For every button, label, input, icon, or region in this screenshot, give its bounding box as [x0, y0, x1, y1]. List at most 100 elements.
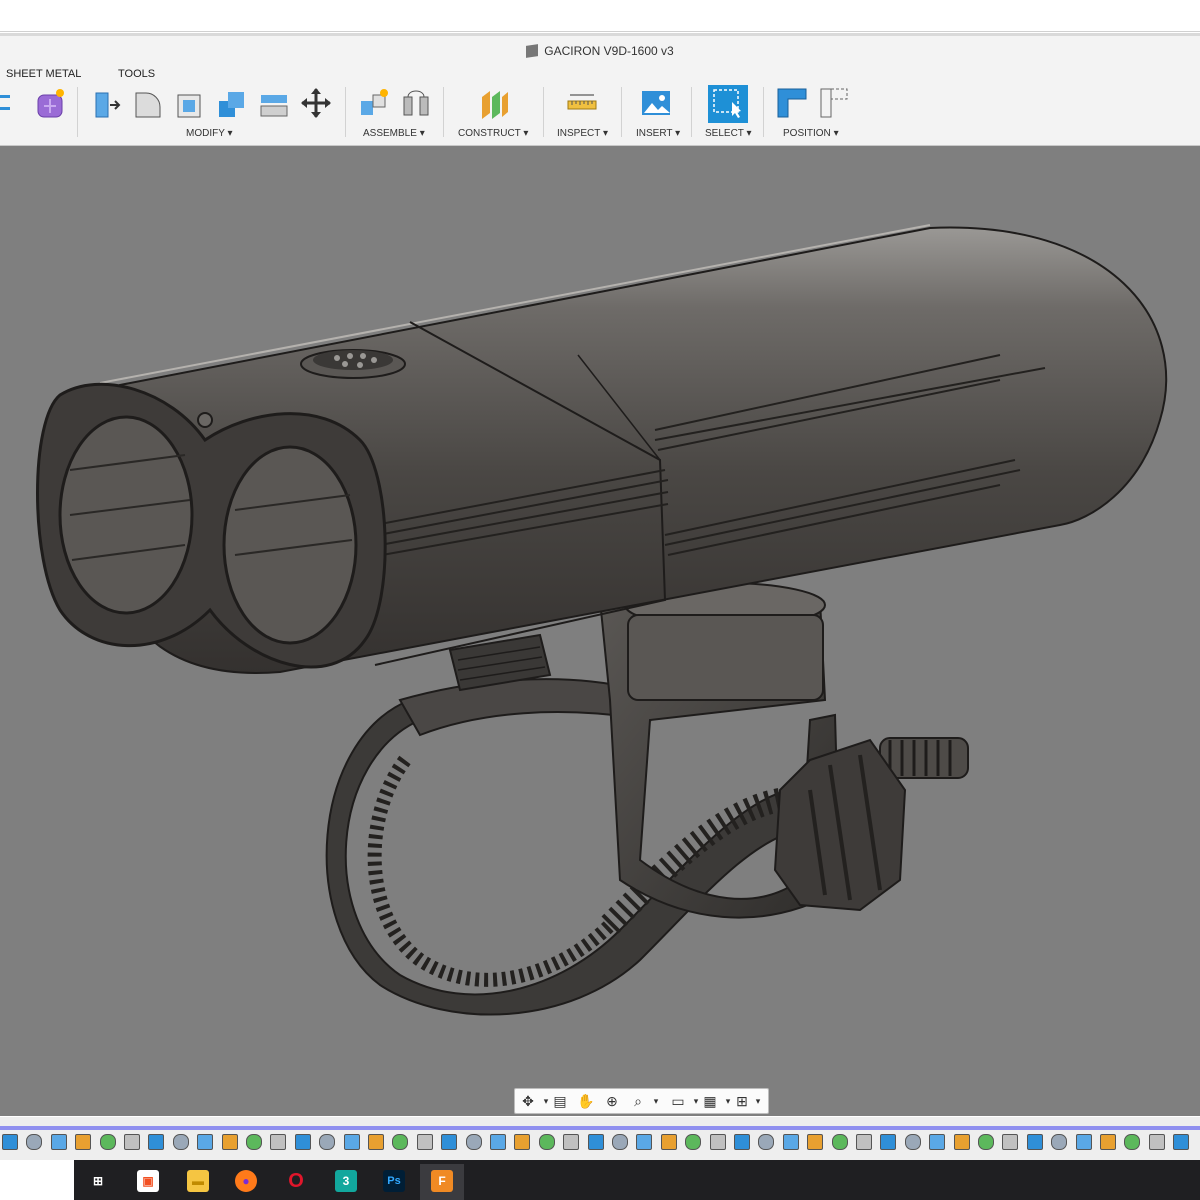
select-menu[interactable]: SELECT ▾ [705, 128, 752, 139]
timeline-marker-bar[interactable] [0, 1126, 1200, 1130]
taskbar-opera[interactable]: O [274, 1164, 318, 1200]
select-window-icon [713, 89, 741, 118]
timeline-feature-icon[interactable] [807, 1134, 824, 1150]
timeline-feature-icon[interactable] [392, 1134, 409, 1150]
timeline-feature-icon[interactable] [294, 1134, 311, 1150]
timeline-feature-icon[interactable] [1100, 1134, 1116, 1150]
timeline-feature-icon[interactable] [75, 1134, 92, 1150]
position-menu[interactable]: POSITION ▾ [783, 128, 839, 139]
3d-viewport[interactable] [0, 146, 1200, 1116]
modify-group: MODIFY ▾ [84, 83, 346, 141]
timeline-feature-icon[interactable] [1002, 1134, 1019, 1150]
toolbar-ribbon: SHEET METAL TOOLS MODIFY ▾ ASSEMBLE ▾ CO… [0, 63, 1200, 146]
3ds-max-icon: 3 [335, 1170, 357, 1192]
timeline-feature-icon[interactable] [734, 1134, 750, 1150]
timeline-feature-icon[interactable] [441, 1134, 458, 1150]
timeline-feature-icon[interactable] [197, 1134, 214, 1150]
timeline-feature-icon[interactable] [368, 1134, 384, 1150]
timeline-feature-icon[interactable] [587, 1134, 604, 1150]
move-icon[interactable] [300, 87, 332, 119]
timeline-feature-icon[interactable] [465, 1134, 482, 1150]
taskbar-3ds-max[interactable]: 3 [324, 1164, 368, 1200]
insert-image-icon[interactable] [640, 87, 672, 119]
grid-icon[interactable]: ▦ [701, 1092, 719, 1110]
taskbar-firefox[interactable]: ● [224, 1164, 268, 1200]
timeline-feature-icon[interactable] [2, 1134, 18, 1150]
timeline-feature-icon[interactable] [416, 1134, 433, 1150]
construct-menu[interactable]: CONSTRUCT ▾ [458, 128, 528, 139]
modify-menu[interactable]: MODIFY ▾ [186, 128, 233, 139]
timeline-feature-icon[interactable] [343, 1134, 360, 1150]
new-component-icon[interactable] [358, 87, 390, 119]
taskbar-task-view[interactable]: ⊞ [76, 1164, 120, 1200]
timeline-feature-icon[interactable] [660, 1134, 677, 1150]
viewports-dropdown-icon[interactable]: ▾ [749, 1092, 767, 1110]
timeline-feature-icon[interactable] [1173, 1134, 1190, 1150]
tab-sheet-metal[interactable]: SHEET METAL [6, 68, 81, 80]
timeline-feature-icon[interactable] [758, 1134, 775, 1150]
assemble-menu[interactable]: ASSEMBLE ▾ [363, 128, 425, 139]
timeline-feature-icon[interactable] [538, 1134, 555, 1150]
taskbar-file-explorer[interactable]: ▬ [176, 1164, 220, 1200]
capture-position-icon[interactable] [776, 87, 808, 119]
taskbar-photoshop[interactable]: Ps [372, 1164, 416, 1200]
press-pull-icon[interactable] [90, 87, 122, 119]
timeline-feature-icon[interactable] [782, 1134, 799, 1150]
select-button[interactable] [708, 85, 748, 123]
photoshop-icon: Ps [383, 1170, 405, 1192]
sketch-partial-icon[interactable] [0, 87, 32, 119]
timeline-feature-icon[interactable] [26, 1134, 43, 1150]
timeline-feature-icon[interactable] [612, 1134, 628, 1150]
timeline-feature-icon[interactable] [1026, 1134, 1043, 1150]
timeline-feature-icon[interactable] [1148, 1134, 1165, 1150]
combine-icon[interactable] [216, 87, 248, 119]
fusion-360-icon: F [431, 1170, 453, 1192]
timeline-feature-icon[interactable] [50, 1134, 67, 1150]
taskbar-store[interactable]: ▣ [126, 1164, 170, 1200]
measure-icon[interactable] [566, 87, 598, 119]
timeline-feature-icon[interactable] [563, 1134, 580, 1150]
timeline-feature-icon[interactable] [1075, 1134, 1092, 1150]
shell-icon[interactable] [174, 87, 206, 119]
timeline-feature-icon[interactable] [880, 1134, 897, 1150]
timeline-feature-icon[interactable] [856, 1134, 872, 1150]
inspect-menu[interactable]: INSPECT ▾ [557, 128, 608, 139]
zoom-dropdown-icon[interactable]: ▾ [647, 1092, 665, 1110]
fillet-icon[interactable] [132, 87, 164, 119]
timeline-feature-icon[interactable] [172, 1134, 189, 1150]
timeline-feature-icon[interactable] [270, 1134, 287, 1150]
timeline-feature-icon[interactable] [953, 1134, 970, 1150]
timeline-feature-icon[interactable] [1051, 1134, 1068, 1150]
timeline-feature-icon[interactable] [636, 1134, 653, 1150]
timeline-feature-icon[interactable] [514, 1134, 531, 1150]
timeline-feature-icon[interactable] [221, 1134, 238, 1150]
timeline-feature-icon[interactable] [685, 1134, 702, 1150]
offset-plane-icon[interactable] [478, 87, 510, 119]
tab-tools[interactable]: TOOLS [118, 68, 155, 80]
timeline-feature-icon[interactable] [490, 1134, 506, 1150]
timeline-feature-icon[interactable] [1124, 1134, 1141, 1150]
display-settings-icon[interactable]: ▭ [669, 1092, 687, 1110]
zoom-window-icon[interactable]: ⊕ [603, 1092, 621, 1110]
timeline-feature-icon[interactable] [831, 1134, 848, 1150]
pan-icon[interactable]: ✋ [577, 1092, 595, 1110]
timeline-feature-icon[interactable] [904, 1134, 921, 1150]
split-body-icon[interactable] [258, 87, 290, 119]
timeline-feature-icon[interactable] [148, 1134, 165, 1150]
timeline-feature-icon[interactable] [124, 1134, 140, 1150]
timeline-feature-icon[interactable] [709, 1134, 726, 1150]
timeline-feature-icon[interactable] [99, 1134, 116, 1150]
timeline-feature-icon[interactable] [978, 1134, 994, 1150]
create-form-icon[interactable] [34, 87, 66, 119]
select-group: SELECT ▾ [698, 83, 764, 141]
timeline-feature-icon[interactable] [319, 1134, 336, 1150]
orbit-icon[interactable]: ✥ [519, 1092, 537, 1110]
look-at-icon[interactable]: ▤ [551, 1092, 569, 1110]
revert-position-icon[interactable] [818, 87, 850, 119]
insert-menu[interactable]: INSERT ▾ [636, 128, 680, 139]
zoom-icon[interactable]: ⌕ [629, 1092, 647, 1110]
timeline-feature-icon[interactable] [929, 1134, 946, 1150]
taskbar-fusion-360[interactable]: F [420, 1164, 464, 1200]
timeline-feature-icon[interactable] [246, 1134, 262, 1150]
joint-icon[interactable] [400, 87, 432, 119]
